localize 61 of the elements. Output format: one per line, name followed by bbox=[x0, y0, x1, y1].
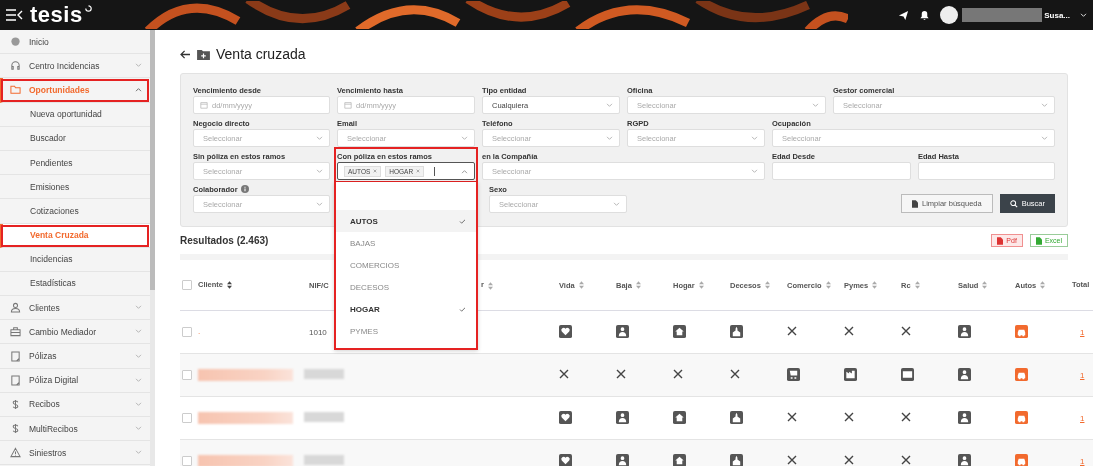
sidebar-icon bbox=[10, 374, 21, 386]
checkbox[interactable] bbox=[182, 456, 192, 466]
logo-mark-icon bbox=[83, 4, 93, 13]
calendar-icon bbox=[200, 101, 208, 109]
checkbox[interactable] bbox=[182, 327, 192, 337]
checkbox[interactable] bbox=[182, 370, 192, 380]
sidebar-icon bbox=[10, 326, 21, 338]
chevron-icon bbox=[751, 135, 758, 141]
sidebar-icon bbox=[10, 350, 21, 362]
redacted-nif bbox=[304, 412, 344, 422]
sidebar-icon bbox=[10, 423, 21, 435]
back-arrow-icon[interactable] bbox=[180, 49, 191, 59]
input-field[interactable] bbox=[918, 162, 1055, 180]
avatar[interactable] bbox=[940, 6, 959, 24]
chevron-icon bbox=[316, 135, 323, 141]
folder-plus-icon bbox=[197, 48, 210, 60]
checkbox[interactable] bbox=[182, 413, 192, 423]
chevron-icon bbox=[316, 201, 323, 207]
chevron-icon bbox=[751, 168, 758, 174]
checkbox[interactable] bbox=[182, 280, 192, 290]
dropdown-option[interactable]: DECESOS bbox=[336, 276, 476, 298]
sidebar-icon bbox=[10, 36, 21, 48]
chevron-icon bbox=[812, 102, 819, 108]
calendar-icon bbox=[344, 101, 352, 109]
dropdown-option[interactable]: PYMES bbox=[336, 320, 476, 342]
info-icon[interactable] bbox=[240, 185, 249, 193]
scrollbar[interactable] bbox=[150, 30, 155, 466]
dropdown-option[interactable]: HOGAR bbox=[336, 298, 476, 320]
sidebar-icon bbox=[10, 398, 21, 410]
dropdown-option[interactable]: AUTOS bbox=[336, 210, 476, 232]
chevron-icon bbox=[316, 168, 323, 174]
check-icon bbox=[459, 218, 466, 224]
chevron-icon bbox=[461, 135, 468, 141]
chevron-icon bbox=[606, 135, 613, 141]
dropdown-option[interactable]: COMERCIOS bbox=[336, 254, 476, 276]
input-field[interactable] bbox=[772, 162, 911, 180]
search-icon bbox=[1009, 199, 1018, 208]
text-cursor bbox=[434, 166, 436, 176]
logo[interactable]: tesis bbox=[30, 1, 83, 29]
sidebar-icon bbox=[10, 60, 21, 72]
chevron-icon bbox=[461, 168, 468, 174]
chevron-icon bbox=[606, 102, 613, 108]
page-title: Venta cruzada bbox=[216, 46, 306, 62]
dropdown-option[interactable]: BAJAS bbox=[336, 232, 476, 254]
user-name[interactable]: Susa... bbox=[1044, 10, 1070, 20]
results-title: Resultados (2.463) bbox=[180, 235, 269, 246]
menu-icon[interactable] bbox=[6, 9, 24, 21]
sidebar-icon bbox=[10, 447, 21, 459]
chevron-icon bbox=[1041, 102, 1048, 108]
check-icon bbox=[459, 306, 466, 312]
chevron-icon bbox=[1041, 135, 1048, 141]
document-icon bbox=[912, 199, 919, 208]
document-icon bbox=[1035, 236, 1042, 245]
sidebar-icon bbox=[10, 302, 21, 314]
sort-icon[interactable] bbox=[227, 281, 232, 289]
document-icon bbox=[997, 236, 1004, 245]
chevron-icon bbox=[613, 201, 620, 207]
sidebar-icon bbox=[10, 84, 21, 96]
bell-icon[interactable] bbox=[919, 9, 931, 21]
table-cell: 1010 bbox=[309, 327, 327, 337]
send-icon[interactable] bbox=[898, 9, 910, 21]
